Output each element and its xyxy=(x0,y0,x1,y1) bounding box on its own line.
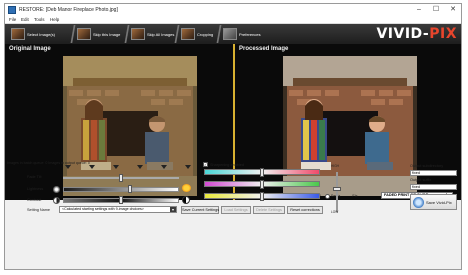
toolbar-separator xyxy=(215,25,223,43)
menu-edit[interactable]: Edit xyxy=(21,16,29,24)
vertical-adjust-control[interactable]: HIGH LOW xyxy=(331,164,343,216)
app-icon xyxy=(8,6,16,14)
high-label: HIGH xyxy=(331,164,339,168)
marker-icon[interactable] xyxy=(89,165,95,169)
contrast-label: Contrast xyxy=(27,198,42,202)
preferences-label: Preferences xyxy=(239,31,261,37)
low-label: LOW xyxy=(331,210,339,214)
output-subdirectory-label: Output subdirectory xyxy=(410,164,444,168)
chevron-down-icon: ▾ xyxy=(170,207,176,212)
setting-name-label: Setting Name xyxy=(27,208,51,212)
skip-image-label: Skip this Image xyxy=(93,31,121,37)
skip-all-images-button[interactable]: Skip All Images xyxy=(131,26,174,42)
yellow-blue-slider[interactable] xyxy=(204,192,320,201)
toolbar: Select Image(s) Skip this Image Skip All… xyxy=(5,24,461,44)
fade-tilt-thumb[interactable] xyxy=(119,174,123,182)
save-current-settings-button[interactable]: Save Current Settings xyxy=(181,206,219,214)
skip-image-button[interactable]: Skip this Image xyxy=(77,26,120,42)
save-vivid-pix-button[interactable]: Save Vivid-Pix xyxy=(410,194,457,210)
window-title: RESTORE: [Deb Manor Fireplace Photo.jpg] xyxy=(19,7,118,13)
yellow-blue-thumb[interactable] xyxy=(260,192,264,201)
toolbar-separator xyxy=(69,25,77,43)
checkbox-checked-icon: ✓ xyxy=(203,162,208,167)
lightness-icon xyxy=(53,186,60,193)
contrast-low-icon xyxy=(53,197,60,204)
load-settings-button[interactable]: Load Settings xyxy=(221,206,251,214)
processed-image xyxy=(283,56,417,196)
magenta-green-slider[interactable] xyxy=(204,180,320,189)
output-suffix-label: Output suffix xyxy=(410,178,432,182)
maximize-button[interactable]: ☐ xyxy=(428,4,444,16)
sharpening-toggle[interactable]: ✓ Sharpening enabled xyxy=(203,162,244,167)
vertical-thumb[interactable] xyxy=(333,187,341,191)
marker-icon[interactable] xyxy=(185,165,191,169)
close-button[interactable]: ✕ xyxy=(445,4,461,16)
lightness-thumb[interactable] xyxy=(127,185,132,193)
contrast-icon xyxy=(182,196,190,204)
processed-image-label: Processed Image xyxy=(239,46,289,52)
marker-icon[interactable] xyxy=(161,165,167,169)
toolbar-separator xyxy=(173,25,181,43)
photo-thumbnail-icon xyxy=(11,28,25,40)
lightness-label: Lightness xyxy=(27,187,44,191)
menu-bar: File Edit Tools Help xyxy=(5,16,461,24)
menu-tools[interactable]: Tools xyxy=(34,16,45,24)
sharpening-label: Sharpening enabled xyxy=(210,162,244,167)
toolbar-separator xyxy=(123,25,131,43)
reset-corrections-button[interactable]: Reset corrections xyxy=(287,206,323,214)
contrast-thumb[interactable] xyxy=(119,196,123,204)
cropping-button[interactable]: Cropping xyxy=(181,26,213,42)
lightness-slider[interactable] xyxy=(63,185,179,193)
fade-tilt-markers xyxy=(63,165,193,170)
title-bar: RESTORE: [Deb Manor Fireplace Photo.jpg]… xyxy=(5,4,461,16)
minimize-button[interactable]: – xyxy=(411,4,427,16)
original-image xyxy=(63,56,197,196)
menu-file[interactable]: File xyxy=(9,16,16,24)
vivid-pix-logo: VIVID-PIX xyxy=(376,26,457,42)
delete-settings-button[interactable]: Delete Settings xyxy=(253,206,285,214)
cyan-red-slider[interactable] xyxy=(204,168,320,177)
select-images-label: Select Image(s) xyxy=(27,31,56,37)
pane-divider[interactable] xyxy=(233,44,235,200)
vertical-track[interactable] xyxy=(336,172,338,212)
photo-thumbnail-icon xyxy=(131,28,145,40)
marker-icon[interactable] xyxy=(113,165,119,169)
menu-help[interactable]: Help xyxy=(50,16,59,24)
marker-icon[interactable] xyxy=(65,165,71,169)
preferences-button[interactable]: Preferences xyxy=(223,26,261,42)
marker-icon[interactable] xyxy=(137,165,143,169)
select-images-button[interactable]: Select Image(s) xyxy=(11,26,55,42)
save-vivid-pix-label: Save Vivid-Pix xyxy=(426,199,452,205)
sun-icon xyxy=(182,184,191,192)
save-globe-icon xyxy=(413,196,424,208)
skip-all-images-label: Skip All Images xyxy=(147,31,175,37)
photo-thumbnail-icon xyxy=(77,28,91,40)
fix-label: Fix xyxy=(352,194,358,198)
cropping-label: Cropping xyxy=(197,31,214,37)
setting-name-value: <Calculated starting settings with 9-ima… xyxy=(62,207,144,211)
photo-thumbnail-icon xyxy=(181,28,195,40)
setting-name-select[interactable]: <Calculated starting settings with 9-ima… xyxy=(59,206,177,213)
fade-tilt-slider[interactable] xyxy=(63,174,179,182)
wrench-icon xyxy=(223,28,237,40)
radio-icon xyxy=(324,193,330,199)
original-image-label: Original Image xyxy=(9,46,51,52)
app-window: RESTORE: [Deb Manor Fireplace Photo.jpg]… xyxy=(4,3,462,270)
cyan-red-thumb[interactable] xyxy=(260,168,264,177)
output-subdirectory-input[interactable]: fixed xyxy=(410,170,457,176)
contrast-slider[interactable] xyxy=(63,196,179,204)
fade-tilt-label: Fade Tilt xyxy=(27,175,42,179)
output-suffix-input[interactable]: fixed xyxy=(410,184,457,190)
magenta-green-thumb[interactable] xyxy=(260,180,264,189)
